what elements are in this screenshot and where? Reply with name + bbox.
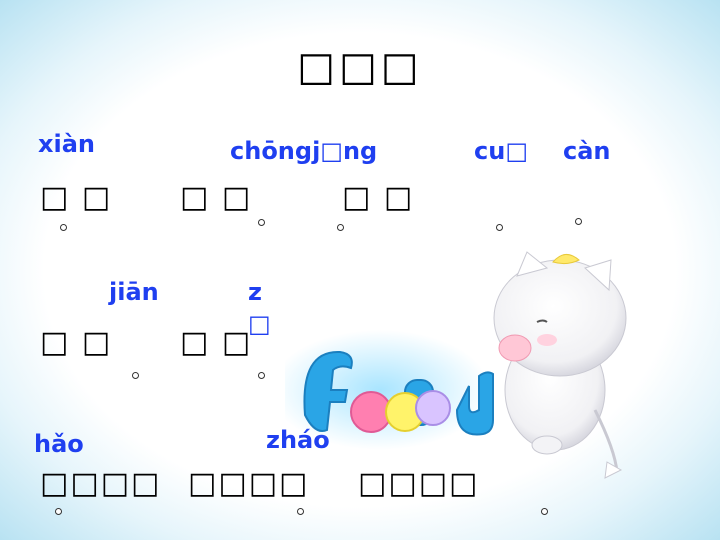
pinyin-hao: hǎo — [34, 430, 84, 458]
phrase-3-1: □□□□ — [40, 466, 162, 501]
page-title: □□□ — [297, 44, 423, 90]
word-1-3: □ □ — [342, 180, 415, 215]
pinyin-chongjing: chōngj□ng — [230, 137, 378, 165]
blank-dot — [258, 372, 265, 379]
blank-dot — [258, 219, 265, 226]
blank-dot — [541, 508, 548, 515]
blank-dot — [496, 224, 503, 231]
word-1-1: □ □ — [40, 180, 113, 215]
blank-dot — [575, 218, 582, 225]
pinyin-jian: jiān — [109, 278, 159, 306]
word-2-2: □ □ — [180, 325, 253, 360]
blank-dot — [60, 224, 67, 231]
cat-mascot-illustration — [285, 251, 627, 479]
blank-dot — [55, 508, 62, 515]
word-2-1: □ □ — [40, 325, 113, 360]
pinyin-cu: cu□ — [474, 137, 528, 165]
blank-dot — [297, 508, 304, 515]
pinyin-z: z — [248, 278, 262, 306]
pinyin-xian: xiàn — [38, 130, 95, 158]
blank-dot — [337, 224, 344, 231]
blank-dot — [132, 372, 139, 379]
pinyin-can: càn — [563, 137, 611, 165]
word-1-2: □ □ — [180, 180, 253, 215]
